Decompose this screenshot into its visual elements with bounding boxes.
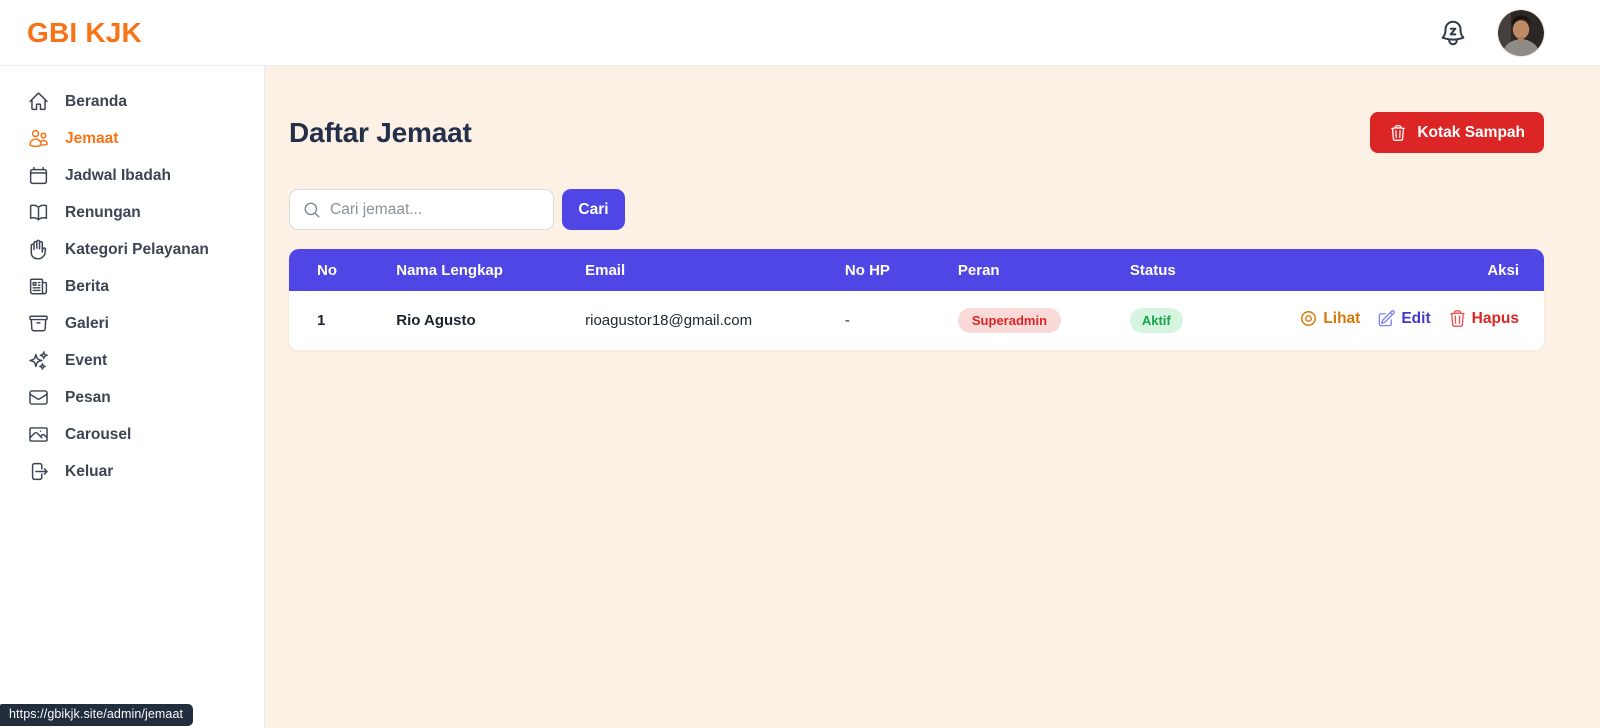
col-header-peran: Peran [958,249,1130,291]
users-icon [28,128,49,149]
jemaat-table-card: No Nama Lengkap Email No HP Peran Status… [289,249,1544,350]
hapus-action[interactable]: Hapus [1448,309,1519,328]
sidebar-item-label: Jadwal Ibadah [65,165,171,186]
kotak-sampah-button[interactable]: Kotak Sampah [1370,112,1544,153]
sidebar-item-pesan[interactable]: Pesan [0,379,264,416]
sidebar-item-jemaat[interactable]: Jemaat [0,120,264,157]
search-input[interactable] [330,201,540,219]
sidebar-item-carousel[interactable]: Carousel [0,416,264,453]
kotak-sampah-label: Kotak Sampah [1417,124,1525,142]
sidebar-item-keluar[interactable]: Keluar [0,453,264,490]
sidebar-item-label: Jemaat [65,128,118,149]
home-icon [28,91,49,112]
lihat-action[interactable]: Lihat [1299,309,1360,328]
edit-label: Edit [1401,310,1430,328]
cell-role: Superadmin [958,291,1130,350]
cell-phone: - [845,291,958,350]
edit-action[interactable]: Edit [1377,309,1430,328]
sidebar-item-label: Keluar [65,461,113,482]
top-header: GBI KJK [0,0,1600,66]
sidebar-item-berita[interactable]: Berita [0,268,264,305]
sparkles-icon [28,350,49,371]
notification-bell-snooze-icon[interactable] [1438,18,1468,48]
app-shell: Beranda Jemaat Jadwal Ibadah Renungan Ka… [0,66,1600,728]
sidebar-item-label: Carousel [65,424,131,445]
newspaper-icon [28,276,49,297]
col-header-nama-lengkap: Nama Lengkap [396,249,585,291]
col-header-aksi: Aksi [1299,249,1544,291]
search-box [289,189,554,230]
search-icon [303,201,321,219]
hapus-label: Hapus [1472,310,1519,328]
trash-icon [1389,124,1407,142]
eye-icon [1299,309,1318,328]
archive-box-icon [28,313,49,334]
page-title: Daftar Jemaat [289,117,472,149]
table-header-row: No Nama Lengkap Email No HP Peran Status… [289,249,1544,291]
sidebar-item-label: Galeri [65,313,109,334]
book-open-icon [28,202,49,223]
sidebar-item-label: Renungan [65,202,141,223]
lihat-label: Lihat [1323,310,1360,328]
content-head: Daftar Jemaat Kotak Sampah [289,112,1544,153]
brand-logo[interactable]: GBI KJK [27,17,142,49]
user-avatar[interactable] [1498,10,1544,56]
photo-icon [28,424,49,445]
sidebar-item-label: Kategori Pelayanan [65,239,209,260]
sidebar-item-galeri[interactable]: Galeri [0,305,264,342]
calendar-icon [28,165,49,186]
trash-icon [1448,309,1467,328]
hand-raised-icon [28,239,49,260]
sidebar-item-kategori-pelayanan[interactable]: Kategori Pelayanan [0,231,264,268]
sidebar-item-event[interactable]: Event [0,342,264,379]
sidebar-item-beranda[interactable]: Beranda [0,83,264,120]
status-badge: Aktif [1130,308,1183,334]
edit-icon [1377,309,1396,328]
cell-actions: Lihat Edit Hapus [1299,291,1544,350]
main-content: Daftar Jemaat Kotak Sampah Cari [265,66,1600,728]
sidebar-item-renungan[interactable]: Renungan [0,194,264,231]
col-header-no: No [289,249,396,291]
logout-icon [28,461,49,482]
sidebar: Beranda Jemaat Jadwal Ibadah Renungan Ka… [0,66,265,728]
envelope-icon [28,387,49,408]
status-url-tooltip: https://gbikjk.site/admin/jemaat [0,704,193,726]
col-header-email: Email [585,249,845,291]
col-header-no-hp: No HP [845,249,958,291]
sidebar-item-label: Event [65,350,107,371]
search-row: Cari [289,189,1544,230]
cari-button[interactable]: Cari [562,189,625,230]
cell-email: rioagustor18@gmail.com [585,291,845,350]
topbar-right [1438,10,1544,56]
cell-name: Rio Agusto [396,291,585,350]
table-row: 1 Rio Agusto rioagustor18@gmail.com - Su… [289,291,1544,350]
col-header-status: Status [1130,249,1299,291]
role-badge: Superadmin [958,308,1061,334]
sidebar-item-label: Beranda [65,91,127,112]
sidebar-item-label: Berita [65,276,109,297]
sidebar-item-label: Pesan [65,387,111,408]
sidebar-item-jadwal-ibadah[interactable]: Jadwal Ibadah [0,157,264,194]
cell-no: 1 [289,291,396,350]
cell-status: Aktif [1130,291,1299,350]
jemaat-table: No Nama Lengkap Email No HP Peran Status… [289,249,1544,350]
